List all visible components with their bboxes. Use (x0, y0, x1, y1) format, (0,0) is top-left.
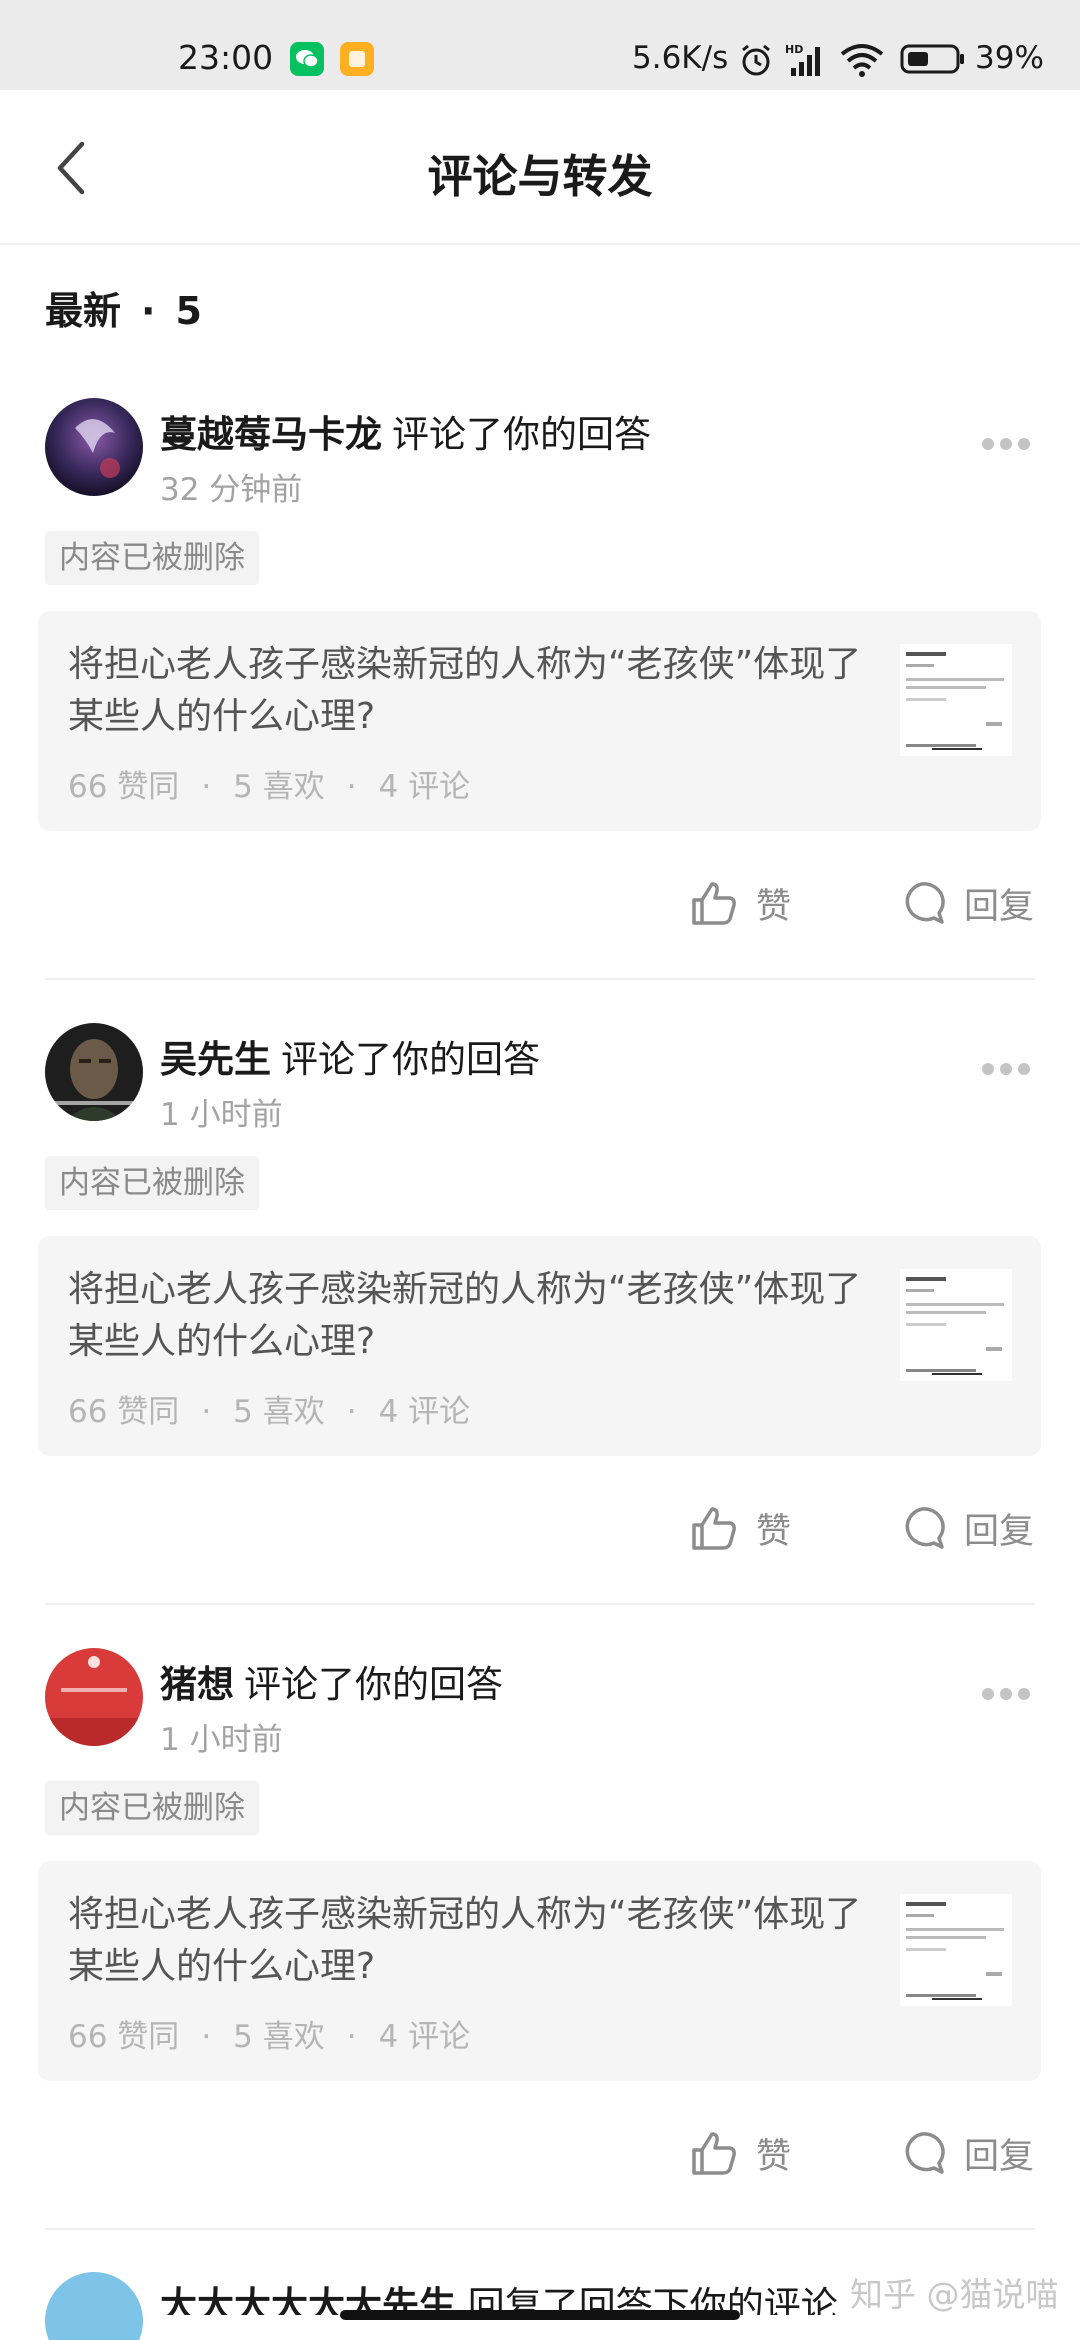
battery-icon (900, 44, 964, 74)
status-bar: 23:00 5.6K/s HD 39% (0, 0, 1080, 90)
reply-button[interactable]: 回复 (898, 1493, 1034, 1563)
section-label: 最新 (45, 289, 122, 333)
ellipsis-icon (982, 1063, 994, 1075)
reply-button[interactable]: 回复 (898, 868, 1034, 938)
avatar[interactable] (45, 398, 143, 496)
top-nav-bar: 评论与转发 (0, 90, 1080, 245)
comment-count: 4 评论 (378, 769, 471, 805)
card-stats: 66 赞同 · 5 喜欢 · 4 评论 (68, 769, 471, 805)
action-bar: 赞 回复 (0, 2118, 1080, 2188)
notification-item[interactable]: 吴先生 评论了你的回答 1 小时前 内容已被删除 将担心老人孩子感染新冠的人称为“… (0, 1023, 1080, 1648)
section-separator: · (141, 289, 156, 333)
more-options-button[interactable] (982, 438, 1030, 452)
thumbs-up-icon (692, 1507, 736, 1550)
action-text: 评论了你的回答 (244, 1663, 503, 1706)
username-link[interactable]: 猪想 (160, 1663, 234, 1706)
more-options-button[interactable] (982, 1688, 1030, 1702)
answer-thumbnail (900, 644, 1012, 756)
more-options-button[interactable] (982, 1063, 1030, 1077)
answer-thumbnail (900, 1894, 1012, 2006)
comment-bubble-icon (905, 1507, 945, 1549)
avatar[interactable] (45, 1648, 143, 1746)
card-stats: 66 赞同 · 5 喜欢 · 4 评论 (68, 1394, 471, 1430)
notification-text: 猪想 评论了你的回答 (160, 1654, 503, 1708)
agree-count: 66 赞同 (68, 769, 180, 805)
comment-bubble-icon (905, 882, 945, 924)
watermark: 知乎 @猫说喵 (850, 2275, 1059, 2314)
answer-card[interactable]: 将担心老人孩子感染新冠的人称为“老孩侠”体现了某些人的什么心理? 66 赞同 · 5… (38, 1236, 1041, 1456)
home-indicator[interactable] (340, 2310, 740, 2320)
battery-percent: 39% (975, 40, 1044, 76)
like-label: 赞 (756, 886, 792, 927)
section-heading-latest: 最新 · 5 (45, 280, 202, 335)
action-text: 评论了你的回答 (392, 413, 651, 456)
question-title: 将担心老人孩子感染新冠的人称为“老孩侠”体现了某些人的什么心理? (68, 1894, 862, 1987)
agree-count: 66 赞同 (68, 1394, 180, 1430)
answer-thumbnail (900, 1269, 1012, 1381)
like-label: 赞 (756, 1511, 792, 1552)
reply-button[interactable]: 回复 (898, 2118, 1034, 2188)
action-text: 评论了你的回答 (281, 1038, 540, 1081)
wifi-icon (840, 44, 884, 77)
wechat-icon (290, 42, 324, 76)
timestamp: 1 小时前 (160, 1097, 283, 1133)
ellipsis-icon (982, 438, 994, 450)
app-notification-icon (340, 42, 374, 76)
answer-card[interactable]: 将担心老人孩子感染新冠的人称为“老孩侠”体现了某些人的什么心理? 66 赞同 · 5… (38, 611, 1041, 831)
notification-text: 吴先生 评论了你的回答 (160, 1029, 540, 1083)
comment-bubble-icon (905, 2132, 945, 2174)
alarm-icon (742, 44, 770, 76)
answer-card[interactable]: 将担心老人孩子感染新冠的人称为“老孩侠”体现了某些人的什么心理? 66 赞同 · 5… (38, 1861, 1041, 2081)
divider (45, 1603, 1035, 1605)
notification-text[interactable]: 大大大大大大先生 回复了回答下你的评论 (160, 2275, 838, 2315)
action-bar: 赞 回复 (0, 868, 1080, 938)
deleted-content-tag: 内容已被删除 (45, 1781, 259, 1835)
timestamp: 1 小时前 (160, 1722, 283, 1758)
comment-count: 4 评论 (378, 2019, 471, 2055)
like-count: 5 喜欢 (233, 769, 325, 805)
status-time: 23:00 (178, 38, 274, 77)
thumbs-up-icon (692, 2132, 736, 2175)
deleted-content-tag: 内容已被删除 (45, 531, 259, 585)
username-link[interactable]: 蔓越莓马卡龙 (160, 413, 382, 456)
network-speed: 5.6K/s (632, 40, 729, 76)
agree-count: 66 赞同 (68, 2019, 180, 2055)
like-count: 5 喜欢 (233, 2019, 325, 2055)
comment-count: 4 评论 (378, 1394, 471, 1430)
action-bar: 赞 回复 (0, 1493, 1080, 1563)
page-title: 评论与转发 (427, 150, 653, 203)
avatar[interactable] (45, 2272, 143, 2340)
like-button[interactable]: 赞 (690, 868, 791, 938)
reply-label: 回复 (964, 886, 1035, 927)
signal-hd-icon: HD (785, 43, 820, 76)
divider (45, 2228, 1035, 2230)
like-button[interactable]: 赞 (690, 2118, 791, 2188)
username-link[interactable]: 吴先生 (160, 1038, 271, 1081)
like-label: 赞 (756, 2136, 792, 2177)
avatar[interactable] (45, 1023, 143, 1121)
reply-label: 回复 (964, 1511, 1035, 1552)
deleted-content-tag: 内容已被删除 (45, 1156, 259, 1210)
card-stats: 66 赞同 · 5 喜欢 · 4 评论 (68, 2019, 471, 2055)
question-title: 将担心老人孩子感染新冠的人称为“老孩侠”体现了某些人的什么心理? (68, 644, 862, 737)
ellipsis-icon (982, 1688, 994, 1700)
timestamp: 32 分钟前 (160, 472, 303, 508)
divider (45, 978, 1035, 980)
reply-label: 回复 (964, 2136, 1035, 2177)
notification-text: 蔓越莓马卡龙 评论了你的回答 (160, 404, 651, 458)
question-title: 将担心老人孩子感染新冠的人称为“老孩侠”体现了某些人的什么心理? (68, 1269, 862, 1362)
like-button[interactable]: 赞 (690, 1493, 791, 1563)
svg-text:HD: HD (785, 43, 803, 56)
section-count: 5 (175, 289, 202, 333)
like-count: 5 喜欢 (233, 1394, 325, 1430)
notification-item[interactable]: 猪想 评论了你的回答 1 小时前 内容已被删除 将担心老人孩子感染新冠的人称为“老… (0, 1648, 1080, 2273)
notification-item[interactable]: 蔓越莓马卡龙 评论了你的回答 32 分钟前 内容已被删除 将担心老人孩子感染新冠的… (0, 398, 1080, 1023)
thumbs-up-icon (692, 882, 736, 925)
